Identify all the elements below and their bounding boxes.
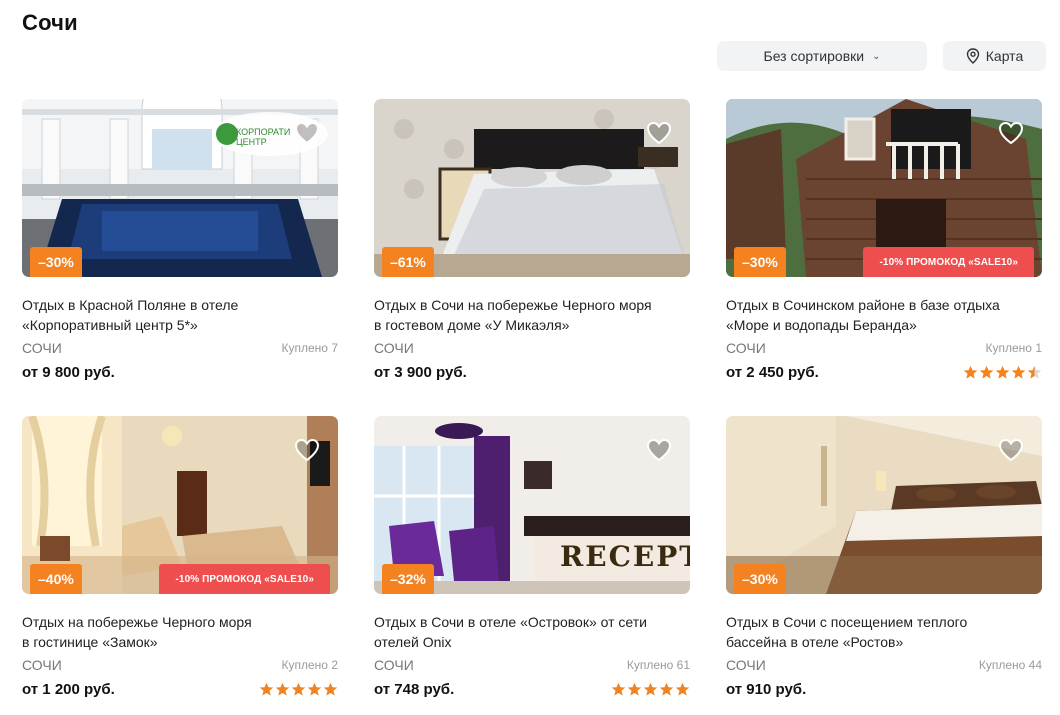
star-icon <box>611 682 626 696</box>
rating-stars <box>259 682 338 697</box>
offer-title-line: в гостевом доме «У Микаэля» <box>374 317 570 333</box>
offer-city: СОЧИ <box>22 340 62 356</box>
offer-title-line: Отдых в Сочи на побережье Черного моря <box>374 297 652 313</box>
star-icon <box>259 682 274 696</box>
offer-card[interactable]: –61% Отдых в Сочи на побережье Черного м… <box>374 99 690 383</box>
favorite-heart-icon[interactable] <box>294 438 320 462</box>
offer-title[interactable]: Отдых в Сочи с посещением теплого бассей… <box>726 612 1042 652</box>
offer-photo[interactable]: –30% -10% ПРОМОКОД «SALE10» <box>726 99 1042 277</box>
discount-badge: –30% <box>734 564 786 594</box>
bought-count: Куплено 61 <box>626 658 690 672</box>
star-icon <box>307 682 322 696</box>
offer-city: СОЧИ <box>374 340 414 356</box>
sort-dropdown[interactable]: Без сортировки ⌄ <box>717 41 927 71</box>
promo-code-badge: -10% ПРОМОКОД «SALE10» <box>159 564 330 594</box>
star-icon <box>1027 365 1042 379</box>
offer-card[interactable]: –30% -10% ПРОМОКОД «SALE10» Отдых в Сочи… <box>726 99 1042 383</box>
star-icon <box>979 365 994 379</box>
star-icon <box>995 365 1010 379</box>
star-icon <box>659 682 674 696</box>
offer-title-line: Отдых в Сочи с посещением теплого <box>726 614 968 630</box>
map-pin-icon <box>966 48 979 64</box>
offer-price: от 9 800 руб. <box>22 363 115 381</box>
offer-title[interactable]: Отдых на побережье Черного моря в гостин… <box>22 612 338 652</box>
favorite-heart-icon[interactable] <box>294 121 320 145</box>
bought-count: Куплено 7 <box>281 341 338 355</box>
offer-title-line: Отдых на побережье Черного моря <box>22 614 252 630</box>
favorite-heart-icon[interactable] <box>646 438 672 462</box>
offer-title-line: Отдых в Сочи в отеле «Островок» от сети <box>374 614 647 630</box>
promo-code-badge: -10% ПРОМОКОД «SALE10» <box>863 247 1034 277</box>
offer-city: СОЧИ <box>374 657 414 673</box>
offer-photo[interactable]: –61% <box>374 99 690 277</box>
offer-photo[interactable]: –40% -10% ПРОМОКОД «SALE10» <box>22 416 338 594</box>
sort-label: Без сортировки <box>763 48 865 64</box>
bought-count: Куплено 44 <box>978 658 1042 672</box>
offer-title-line: в гостинице «Замок» <box>22 634 158 650</box>
star-icon <box>643 682 658 696</box>
star-icon <box>291 682 306 696</box>
offer-title[interactable]: Отдых в Сочинском районе в базе отдыха «… <box>726 295 1042 335</box>
favorite-heart-icon[interactable] <box>998 438 1024 462</box>
offer-title-line: Отдых в Красной Поляне в отеле <box>22 297 239 313</box>
offer-card[interactable]: КОРПОРАТИ ЦЕНТР –30% Отдых в Красной Пол… <box>22 99 338 383</box>
discount-badge: –30% <box>734 247 786 277</box>
offer-city: СОЧИ <box>22 657 62 673</box>
offer-title[interactable]: Отдых в Сочи в отеле «Островок» от сети … <box>374 612 690 652</box>
offer-city: СОЧИ <box>726 340 766 356</box>
discount-badge: –61% <box>382 247 434 277</box>
chevron-down-icon: ⌄ <box>872 50 881 62</box>
offer-card[interactable]: RECEPT –32% Отдых в Сочи в отеле «Остров… <box>374 416 690 700</box>
star-icon <box>1011 365 1026 379</box>
discount-badge: –30% <box>30 247 82 277</box>
offer-photo[interactable]: КОРПОРАТИ ЦЕНТР –30% <box>22 99 338 277</box>
reception-sign-text: RECEPT <box>560 540 690 573</box>
offer-title-line: «Корпоративный центр 5*» <box>22 317 198 333</box>
offer-price: от 1 200 руб. <box>22 680 115 698</box>
favorite-heart-icon[interactable] <box>998 121 1024 145</box>
offer-title[interactable]: Отдых в Красной Поляне в отеле «Корпорат… <box>22 295 338 335</box>
offer-title-line: бассейна в отеле «Ростов» <box>726 634 904 650</box>
discount-badge: –32% <box>382 564 434 594</box>
offer-price: от 748 руб. <box>374 680 455 698</box>
page-title: Сочи <box>22 10 78 35</box>
favorite-heart-icon[interactable] <box>646 121 672 145</box>
rating-stars <box>963 365 1042 380</box>
rating-stars <box>611 682 690 697</box>
offer-card[interactable]: –30% Отдых в Сочи с посещением теплого б… <box>726 416 1042 700</box>
offer-title-line: отелей Onix <box>374 634 452 650</box>
discount-badge: –40% <box>30 564 82 594</box>
offer-photo[interactable]: –30% <box>726 416 1042 594</box>
offer-title[interactable]: Отдых в Сочи на побережье Черного моря в… <box>374 295 690 335</box>
offer-price: от 2 450 руб. <box>726 363 819 381</box>
offer-title-line: «Море и водопады Беранда» <box>726 317 917 333</box>
map-button[interactable]: Карта <box>943 41 1046 71</box>
offer-price: от 3 900 руб. <box>374 363 467 381</box>
star-icon <box>323 682 338 696</box>
map-label: Карта <box>985 48 1024 64</box>
star-icon <box>963 365 978 379</box>
offer-price: от 910 руб. <box>726 680 807 698</box>
star-icon <box>275 682 290 696</box>
offer-title-line: Отдых в Сочинском районе в базе отдыха <box>726 297 1000 313</box>
offer-city: СОЧИ <box>726 657 766 673</box>
offer-card[interactable]: –40% -10% ПРОМОКОД «SALE10» Отдых на поб… <box>22 416 338 700</box>
star-icon <box>627 682 642 696</box>
bought-count: Куплено 2 <box>281 658 338 672</box>
bought-count: Куплено 1 <box>985 341 1042 355</box>
star-icon <box>675 682 690 696</box>
offer-photo[interactable]: RECEPT –32% <box>374 416 690 594</box>
